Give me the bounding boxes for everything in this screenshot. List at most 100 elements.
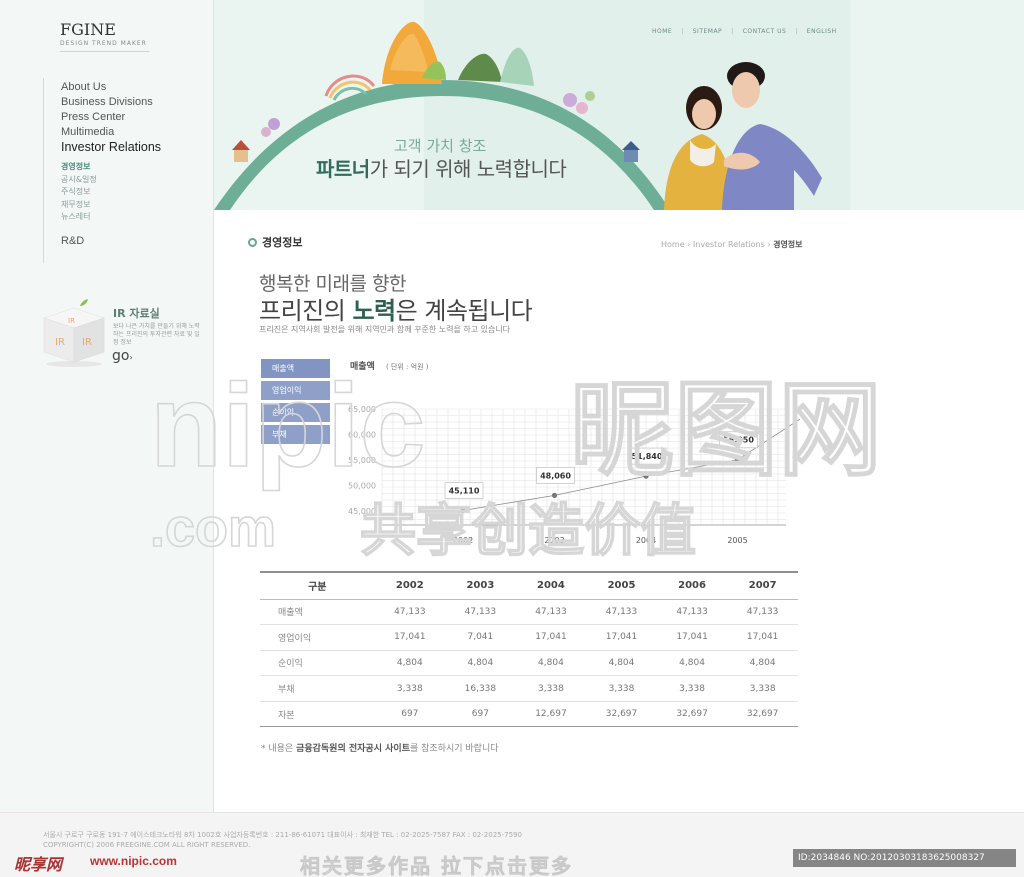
table-cell: 영업이익 (260, 624, 375, 651)
hero-slogan-main: 파트너가 되기 위해 노력합니다 (316, 153, 567, 182)
ir-library-description: 보다 나은 가치를 만들기 위해 노력하는 프리진의 투자관련 자료 및 일정 … (113, 323, 200, 346)
table-row: 영업이익 17,041 7,041 17,041 17,041 17,041 1… (260, 624, 798, 651)
chart-tab-operating-profit[interactable]: 영업이익 (261, 381, 330, 400)
subnav-item-newsletter[interactable]: 뉴스레터 (61, 211, 97, 224)
table-cell: 부채 (260, 675, 375, 702)
headline2-post: 은 계속됩니다 (395, 297, 533, 325)
sidebar: FGINE DESIGN TREND MAKER About Us Busine… (0, 0, 214, 812)
y-tick-label: 60,000 (348, 431, 376, 440)
table-row: 자본 697 697 12,697 32,697 32,697 32,697 (260, 701, 798, 728)
table-cell: 4,804 (656, 650, 728, 677)
breadcrumb-home[interactable]: Home (661, 240, 685, 249)
hero-slogan-bold: 파트너 (316, 157, 370, 181)
cube-label-right: IR (82, 337, 92, 348)
data-label: 48,060 (536, 466, 575, 484)
headline2-pre: 프리진의 (259, 297, 353, 325)
chart-tab-net-income[interactable]: 순이익 (261, 403, 330, 422)
table-cell: 47,133 (586, 599, 657, 626)
breadcrumb-current: 경영정보 (773, 240, 803, 249)
chart-tab-revenue[interactable]: 매출액 (261, 359, 330, 378)
table-cell: 3,338 (515, 675, 587, 702)
page-title: 경영정보 (262, 236, 303, 249)
table-header: 2004 (515, 571, 587, 600)
table-header: 2006 (656, 571, 728, 600)
table-cell: 47,133 (445, 599, 516, 626)
data-label-text: 55,050 (723, 436, 754, 445)
top-utility-links: HOME | SITEMAP | CONTACT US | ENGLISH (652, 28, 837, 35)
data-label-text: 48,060 (540, 471, 571, 480)
table-cell: 3,338 (586, 675, 657, 702)
couple-photo (664, 62, 822, 210)
cube-label-top: IR (68, 317, 75, 325)
headline-subtext: 프리진은 지역사회 발전을 위해 지역민과 함께 꾸준한 노력을 하고 있습니다 (259, 325, 511, 334)
data-label-text: 45,110 (449, 486, 480, 495)
table-cell: 17,041 (727, 624, 798, 651)
headline2-bold: 노력 (352, 297, 396, 325)
x-tick-label: 2002 (453, 536, 473, 545)
logo[interactable]: FGINE DESIGN TREND MAKER (60, 20, 147, 47)
logo-divider (60, 51, 149, 52)
footer: 서울시 구로구 구로동 191-7 에이스테크노타워 8차 1002호 사업자등… (0, 812, 1024, 877)
top-link-sitemap[interactable]: SITEMAP (693, 28, 722, 35)
sidebar-nav: About Us Business Divisions Press Center… (61, 80, 161, 155)
data-point (551, 492, 558, 498)
top-link-separator: | (731, 28, 734, 35)
data-point (643, 473, 649, 479)
page-title-area: 경영정보 (248, 234, 302, 250)
table-cell: 17,041 (374, 624, 446, 651)
sidebar-item-multimedia[interactable]: Multimedia (61, 125, 161, 140)
table-cell: 16,338 (445, 675, 516, 702)
table-cell: 자본 (260, 701, 375, 728)
top-link-separator: | (795, 28, 798, 35)
nipic-url: www.nipic.com (90, 854, 177, 868)
table-cell: 3,338 (374, 675, 446, 702)
sidebar-item-business-divisions[interactable]: Business Divisions (61, 95, 161, 110)
table-row: 부채 3,338 16,338 3,338 3,338 3,338 3,338 (260, 675, 798, 702)
data-point (460, 507, 466, 514)
nipic-logo: 昵享网 (14, 857, 63, 874)
go-arrow-icon: › (129, 353, 133, 362)
footer-copyright: COPYRIGHT(C) 2006 FREEGINE.COM ALL RIGHT… (43, 841, 251, 849)
headline-line2: 프리진의 노력은 계속됩니다 (259, 291, 533, 326)
table-header-row: 구분 2002 2003 2004 2005 2006 2007 (260, 571, 798, 600)
table-cell: 697 (374, 701, 446, 728)
data-label: 55,050 (719, 431, 758, 449)
ir-go-link[interactable]: go› (112, 348, 133, 364)
chart-grid (381, 408, 786, 526)
note-link[interactable]: 금융감독원의 전자공시 사이트 (296, 744, 410, 754)
chart-x-axis: 20022003200420052006 (453, 536, 748, 545)
chart-tab-liabilities[interactable]: 부채 (261, 425, 330, 444)
sidebar-item-investor-relations[interactable]: Investor Relations (61, 140, 161, 155)
ir-go-label: go (112, 348, 130, 364)
table-cell: 697 (445, 701, 516, 728)
table-row: 순이익 4,804 4,804 4,804 4,804 4,804 4,804 (260, 650, 798, 677)
subnav-item-stock-info[interactable]: 주식정보 (61, 186, 97, 199)
logo-brand: FGINE (60, 20, 116, 39)
table-cell: 17,041 (586, 624, 657, 651)
table-cell: 32,697 (727, 701, 798, 728)
chart-title: 매출액 (350, 360, 375, 372)
y-tick-label: 45,000 (348, 507, 376, 516)
more-works-banner: 相关更多作品 拉下点击更多 (300, 854, 573, 877)
y-tick-label: 50,000 (348, 482, 376, 491)
sidebar-item-about-us[interactable]: About Us (61, 80, 161, 95)
sidebar-item-press-center[interactable]: Press Center (61, 110, 161, 125)
breadcrumb-investor-relations[interactable]: Investor Relations (693, 240, 765, 249)
logo-tagline: DESIGN TREND MAKER (60, 40, 147, 47)
subnav-item-management-info[interactable]: 경영정보 (61, 161, 97, 174)
top-link-english[interactable]: ENGLISH (807, 28, 837, 35)
chart-y-axis: 45,000 50,000 55,000 60,000 65,000 (348, 405, 376, 516)
table-cell: 4,804 (445, 650, 516, 677)
top-link-contact-us[interactable]: CONTACT US (743, 28, 787, 35)
subnav-item-disclosure[interactable]: 공시&일정 (61, 174, 97, 187)
top-link-home[interactable]: HOME (652, 28, 672, 35)
table-cell: 3,338 (656, 675, 728, 702)
table-cell: 4,804 (515, 650, 587, 677)
sidebar-item-rd[interactable]: R&D (61, 235, 84, 247)
table-cell: 17,041 (515, 624, 587, 651)
table-cell: 47,133 (515, 599, 587, 626)
table-cell: 32,697 (586, 701, 657, 728)
hero-slogan-rest: 가 되기 위해 노력합니다 (369, 157, 567, 181)
ir-library-banner[interactable]: IR IR IR IR 자료실 보다 나은 가치를 만들기 위해 노력하는 프리… (40, 290, 210, 380)
subnav-item-finance-info[interactable]: 재무정보 (61, 199, 97, 212)
